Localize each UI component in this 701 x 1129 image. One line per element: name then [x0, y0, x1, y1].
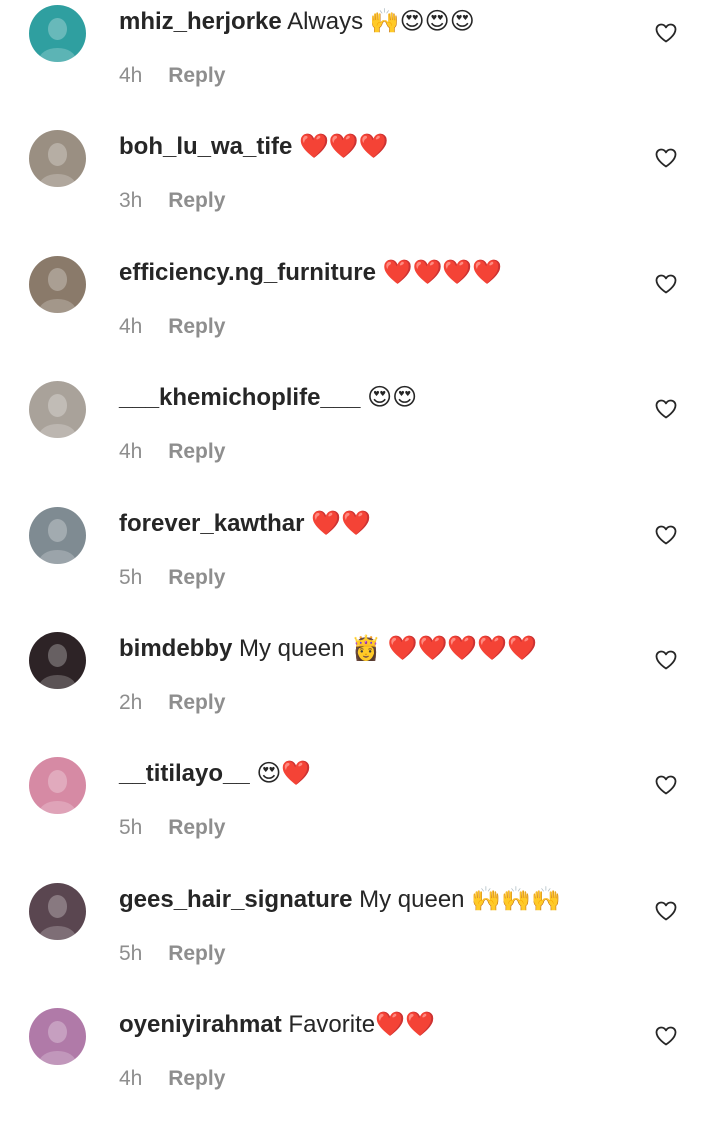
comment-item: ___khemichoplife___ 😍😍 4h Reply — [0, 376, 701, 501]
comment-username[interactable]: mhiz_herjorke — [119, 8, 282, 35]
avatar[interactable] — [29, 1008, 86, 1066]
comment-meta: 5h Reply — [119, 940, 225, 968]
reply-button[interactable]: Reply — [168, 942, 225, 965]
avatar[interactable] — [29, 757, 86, 815]
comment-body: 😍😍 — [367, 384, 418, 412]
comment-timestamp: 5h — [119, 941, 143, 965]
like-heart-icon[interactable] — [654, 272, 678, 296]
avatar[interactable] — [29, 381, 86, 439]
comment-username[interactable]: bimdebby — [119, 635, 232, 662]
avatar[interactable] — [29, 882, 86, 940]
reply-button[interactable]: Reply — [168, 64, 225, 87]
comment-username[interactable]: gees_hair_signature — [119, 886, 352, 913]
comment-meta: 4h Reply — [119, 62, 225, 90]
like-heart-icon[interactable] — [654, 899, 678, 923]
comment-username[interactable]: boh_lu_wa_tife — [119, 133, 292, 160]
reply-button[interactable]: Reply — [168, 315, 225, 338]
comment-text: boh_lu_wa_tife ❤️❤️❤️ — [119, 131, 639, 163]
comment-meta: 3h Reply — [119, 187, 225, 215]
comment-timestamp: 5h — [119, 565, 143, 589]
reply-button[interactable]: Reply — [168, 566, 225, 589]
comment-item: __titilayo__ 😍❤️ 5h Reply — [0, 752, 701, 877]
comment-text: efficiency.ng_furniture ❤️❤️❤️❤️ — [119, 257, 639, 289]
comment-meta: 4h Reply — [119, 1065, 225, 1093]
comment-body: ❤️❤️❤️ — [299, 133, 389, 161]
comment-text: ___khemichoplife___ 😍😍 — [119, 382, 639, 414]
comment-text: bimdebby My queen 👸 ❤️❤️❤️❤️❤️ — [119, 633, 639, 665]
comment-text: oyeniyirahmat Favorite❤️❤️ — [119, 1009, 639, 1041]
like-heart-icon[interactable] — [654, 146, 678, 170]
reply-button[interactable]: Reply — [168, 691, 225, 714]
comment-body: ❤️❤️ — [311, 509, 371, 537]
comment-body: My queen 🙌🙌🙌 — [359, 885, 561, 913]
comment-username[interactable]: ___khemichoplife___ — [119, 384, 360, 411]
comment-timestamp: 4h — [119, 64, 143, 87]
avatar[interactable] — [29, 631, 86, 689]
like-heart-icon[interactable] — [654, 523, 678, 547]
like-heart-icon[interactable] — [654, 1024, 678, 1048]
comment-text: mhiz_herjorke Always 🙌😍😍😍 — [119, 6, 639, 38]
comment-text: __titilayo__ 😍❤️ — [119, 758, 639, 790]
comment-body: 😍❤️ — [256, 760, 312, 788]
comment-body: My queen 👸 ❤️❤️❤️❤️❤️ — [239, 634, 538, 662]
comment-item: gees_hair_signature My queen 🙌🙌🙌 5h Repl… — [0, 878, 701, 1003]
reply-button[interactable]: Reply — [168, 189, 225, 212]
avatar[interactable] — [29, 130, 86, 188]
comment-timestamp: 4h — [119, 1067, 143, 1091]
comment-meta: 4h Reply — [119, 438, 225, 466]
reply-button[interactable]: Reply — [168, 440, 225, 463]
comment-username[interactable]: __titilayo__ — [119, 760, 250, 787]
comment-body: ❤️❤️❤️❤️ — [382, 258, 503, 286]
avatar[interactable] — [29, 506, 86, 564]
comment-timestamp: 4h — [119, 314, 143, 338]
like-heart-icon[interactable] — [654, 648, 678, 672]
comment-timestamp: 4h — [119, 440, 143, 464]
reply-button[interactable]: Reply — [168, 1067, 225, 1090]
comment-meta: 2h Reply — [119, 689, 225, 717]
comment-body: Always 🙌😍😍😍 — [287, 8, 475, 35]
comment-item: efficiency.ng_furniture ❤️❤️❤️❤️ 4h Repl… — [0, 251, 701, 376]
comment-timestamp: 5h — [119, 816, 143, 840]
comment-meta: 5h Reply — [119, 814, 225, 842]
comment-body: Favorite❤️❤️ — [288, 1011, 435, 1039]
avatar[interactable] — [29, 5, 86, 62]
comment-item: mhiz_herjorke Always 🙌😍😍😍 4h Reply — [0, 0, 701, 125]
comment-item: oyeniyirahmat Favorite❤️❤️ 4h Reply — [0, 1003, 701, 1128]
comment-meta: 5h Reply — [119, 564, 225, 592]
comment-meta: 4h Reply — [119, 313, 225, 341]
comment-item: forever_kawthar ❤️❤️ 5h Reply — [0, 502, 701, 627]
avatar[interactable] — [29, 255, 86, 313]
like-heart-icon[interactable] — [654, 397, 678, 421]
comment-item: boh_lu_wa_tife ❤️❤️❤️ 3h Reply — [0, 125, 701, 250]
comment-username[interactable]: forever_kawthar — [119, 510, 304, 537]
like-heart-icon[interactable] — [654, 773, 678, 797]
comment-text: gees_hair_signature My queen 🙌🙌🙌 — [119, 884, 639, 916]
comment-username[interactable]: efficiency.ng_furniture — [119, 259, 376, 286]
comment-list: mhiz_herjorke Always 🙌😍😍😍 4h Reply boh_l… — [0, 0, 701, 1129]
comment-timestamp: 2h — [119, 690, 143, 714]
comment-item: bimdebby My queen 👸 ❤️❤️❤️❤️❤️ 2h Reply — [0, 627, 701, 752]
comment-text: forever_kawthar ❤️❤️ — [119, 508, 639, 540]
reply-button[interactable]: Reply — [168, 816, 225, 839]
comment-username[interactable]: oyeniyirahmat — [119, 1011, 282, 1038]
comment-timestamp: 3h — [119, 189, 143, 213]
like-heart-icon[interactable] — [654, 21, 678, 45]
